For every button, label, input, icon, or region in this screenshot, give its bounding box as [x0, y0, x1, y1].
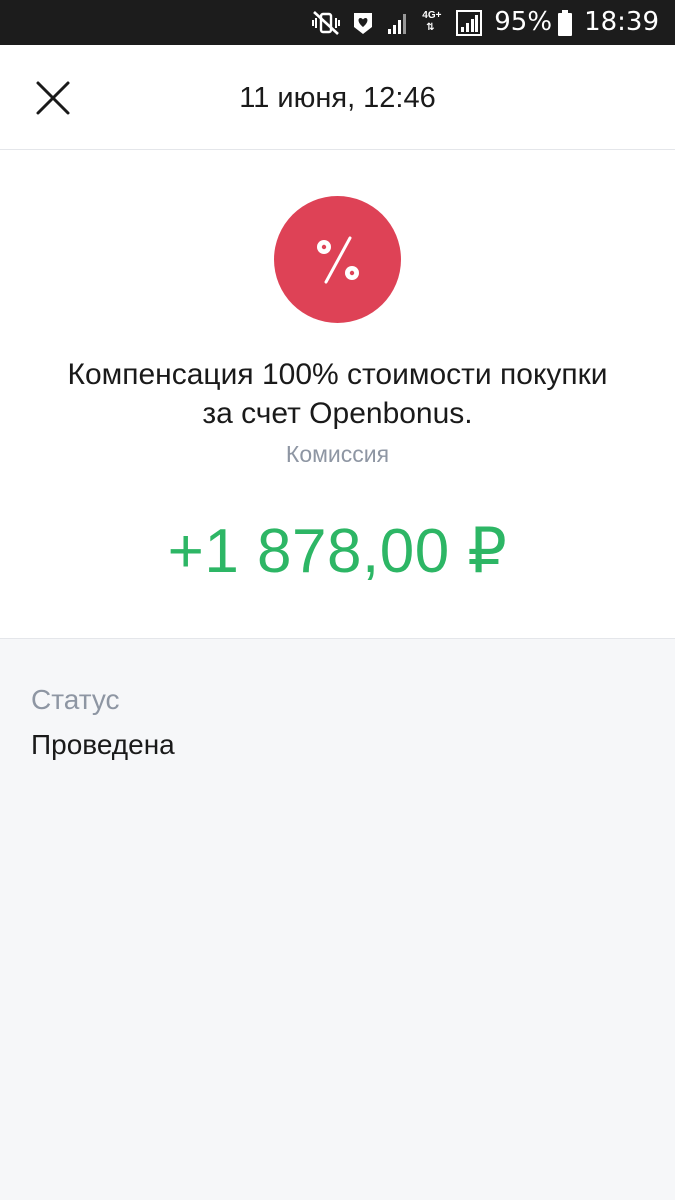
header: 11 июня, 12:46	[0, 45, 675, 150]
page-title: 11 июня, 12:46	[239, 82, 436, 114]
status-bar: 4G+ ⇅ 95% 18:39	[0, 0, 675, 45]
battery-percent: 95%	[494, 7, 553, 37]
clock: 18:39	[584, 7, 659, 37]
transaction-description: Компенсация 100% стоимости покупки за сч…	[67, 358, 608, 430]
mute-vibrate-icon	[312, 10, 341, 36]
transaction-details: Статус Проведена	[0, 639, 675, 1200]
percent-icon	[316, 236, 359, 283]
status-value: Проведена	[31, 729, 175, 760]
status-label: Статус	[31, 684, 120, 715]
signal-icon	[386, 11, 410, 35]
network-arrows: ⇅	[426, 21, 435, 33]
network-4g-icon: 4G+ ⇅	[422, 9, 444, 35]
transaction-category: Комиссия	[285, 441, 390, 467]
network-type: 4G+	[422, 9, 442, 21]
shield-heart-icon	[352, 11, 374, 35]
transaction-card: Компенсация 100% стоимости покупки за сч…	[0, 150, 675, 639]
battery-icon	[558, 9, 573, 36]
signal-icon	[456, 9, 483, 36]
transaction-amount: +1 878,00 ₽	[167, 517, 508, 586]
transaction-category-badge	[274, 196, 401, 323]
